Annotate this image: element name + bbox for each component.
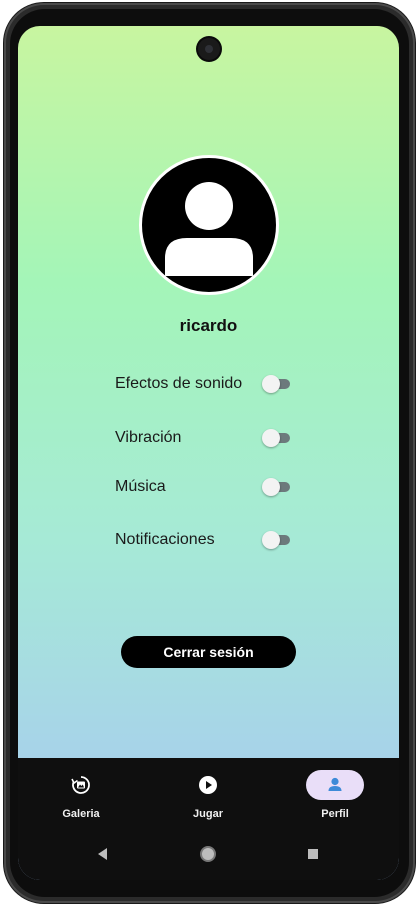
setting-label: Efectos de sonido bbox=[115, 375, 243, 392]
app-screen: ricardo Efectos de sonido Vibración Músi… bbox=[18, 26, 399, 880]
system-navigation-bar bbox=[18, 844, 399, 864]
bottom-navigation: Galeria Jugar Perfil bbox=[18, 758, 399, 880]
notifications-toggle[interactable] bbox=[262, 531, 290, 549]
back-icon[interactable] bbox=[98, 848, 108, 860]
home-icon[interactable] bbox=[200, 846, 216, 862]
sound-effects-toggle[interactable] bbox=[262, 375, 290, 393]
nav-item-play[interactable]: Jugar bbox=[168, 770, 248, 830]
setting-label: Notificaciones bbox=[115, 531, 215, 548]
profile-avatar[interactable] bbox=[139, 155, 279, 295]
recents-icon[interactable] bbox=[308, 849, 318, 859]
front-camera bbox=[198, 38, 220, 60]
nav-label: Jugar bbox=[193, 808, 223, 820]
active-indicator bbox=[306, 770, 364, 800]
music-toggle[interactable] bbox=[262, 478, 290, 496]
person-icon bbox=[328, 777, 342, 791]
username: ricardo bbox=[179, 316, 238, 335]
setting-vibration: Vibración bbox=[115, 426, 293, 450]
setting-music: Música bbox=[115, 475, 293, 499]
logout-button[interactable]: Cerrar sesión bbox=[121, 636, 296, 668]
nav-item-gallery[interactable]: Galeria bbox=[41, 770, 121, 830]
setting-label: Música bbox=[115, 478, 166, 495]
person-icon bbox=[165, 182, 253, 276]
setting-notifications: Notificaciones bbox=[115, 528, 293, 552]
nav-label: Perfil bbox=[321, 808, 349, 820]
nav-label: Galeria bbox=[62, 808, 100, 820]
setting-label: Vibración bbox=[115, 429, 182, 446]
vibration-toggle[interactable] bbox=[262, 429, 290, 447]
play-icon bbox=[199, 776, 217, 794]
setting-sound-effects: Efectos de sonido bbox=[115, 372, 293, 396]
nav-item-profile[interactable]: Perfil bbox=[295, 770, 375, 830]
gallery-icon bbox=[71, 776, 90, 794]
